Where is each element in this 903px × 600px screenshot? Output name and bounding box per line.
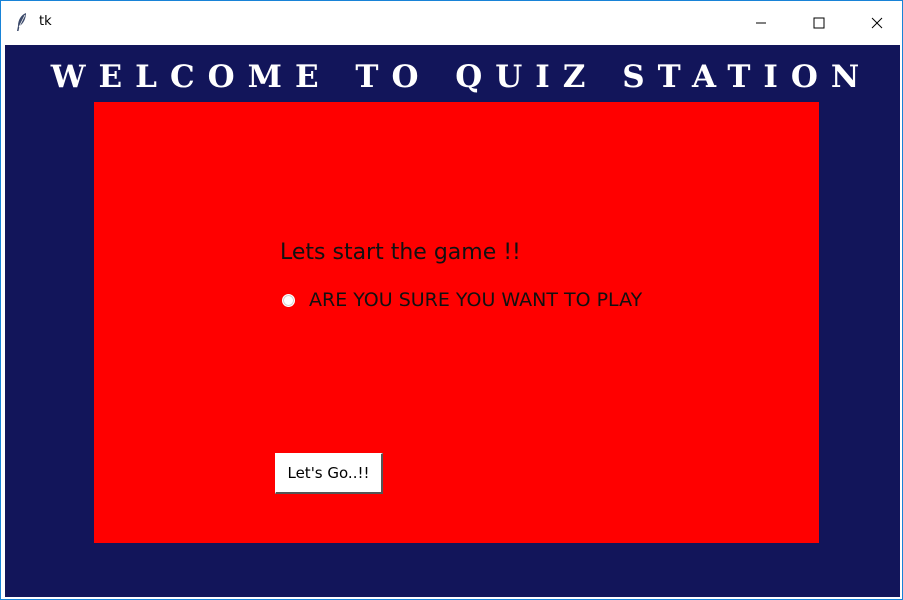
close-icon (871, 17, 883, 29)
maximize-button[interactable] (790, 1, 848, 45)
lets-go-button[interactable]: Let's Go..!! (275, 453, 383, 494)
quiz-panel: Lets start the game !! ARE YOU SURE YOU … (94, 102, 819, 543)
feather-icon (17, 13, 26, 31)
minimize-icon (756, 22, 766, 24)
minimize-button[interactable] (732, 1, 790, 45)
radio-button[interactable] (282, 293, 295, 307)
page-title: WELCOME TO QUIZ STATION (50, 59, 873, 95)
client-area: WELCOME TO QUIZ STATION Lets start the g… (5, 45, 900, 597)
start-prompt: Lets start the game !! (280, 240, 521, 265)
confirm-label: ARE YOU SURE YOU WANT TO PLAY (309, 289, 643, 311)
close-button[interactable] (848, 1, 903, 45)
app-window: tk WELCOME TO QUIZ STATION Lets start th… (0, 0, 903, 600)
window-title: tk (39, 14, 52, 29)
maximize-icon (813, 17, 825, 29)
title-bar[interactable]: tk (1, 1, 902, 45)
confirm-radio-option[interactable]: ARE YOU SURE YOU WANT TO PLAY (282, 289, 642, 311)
